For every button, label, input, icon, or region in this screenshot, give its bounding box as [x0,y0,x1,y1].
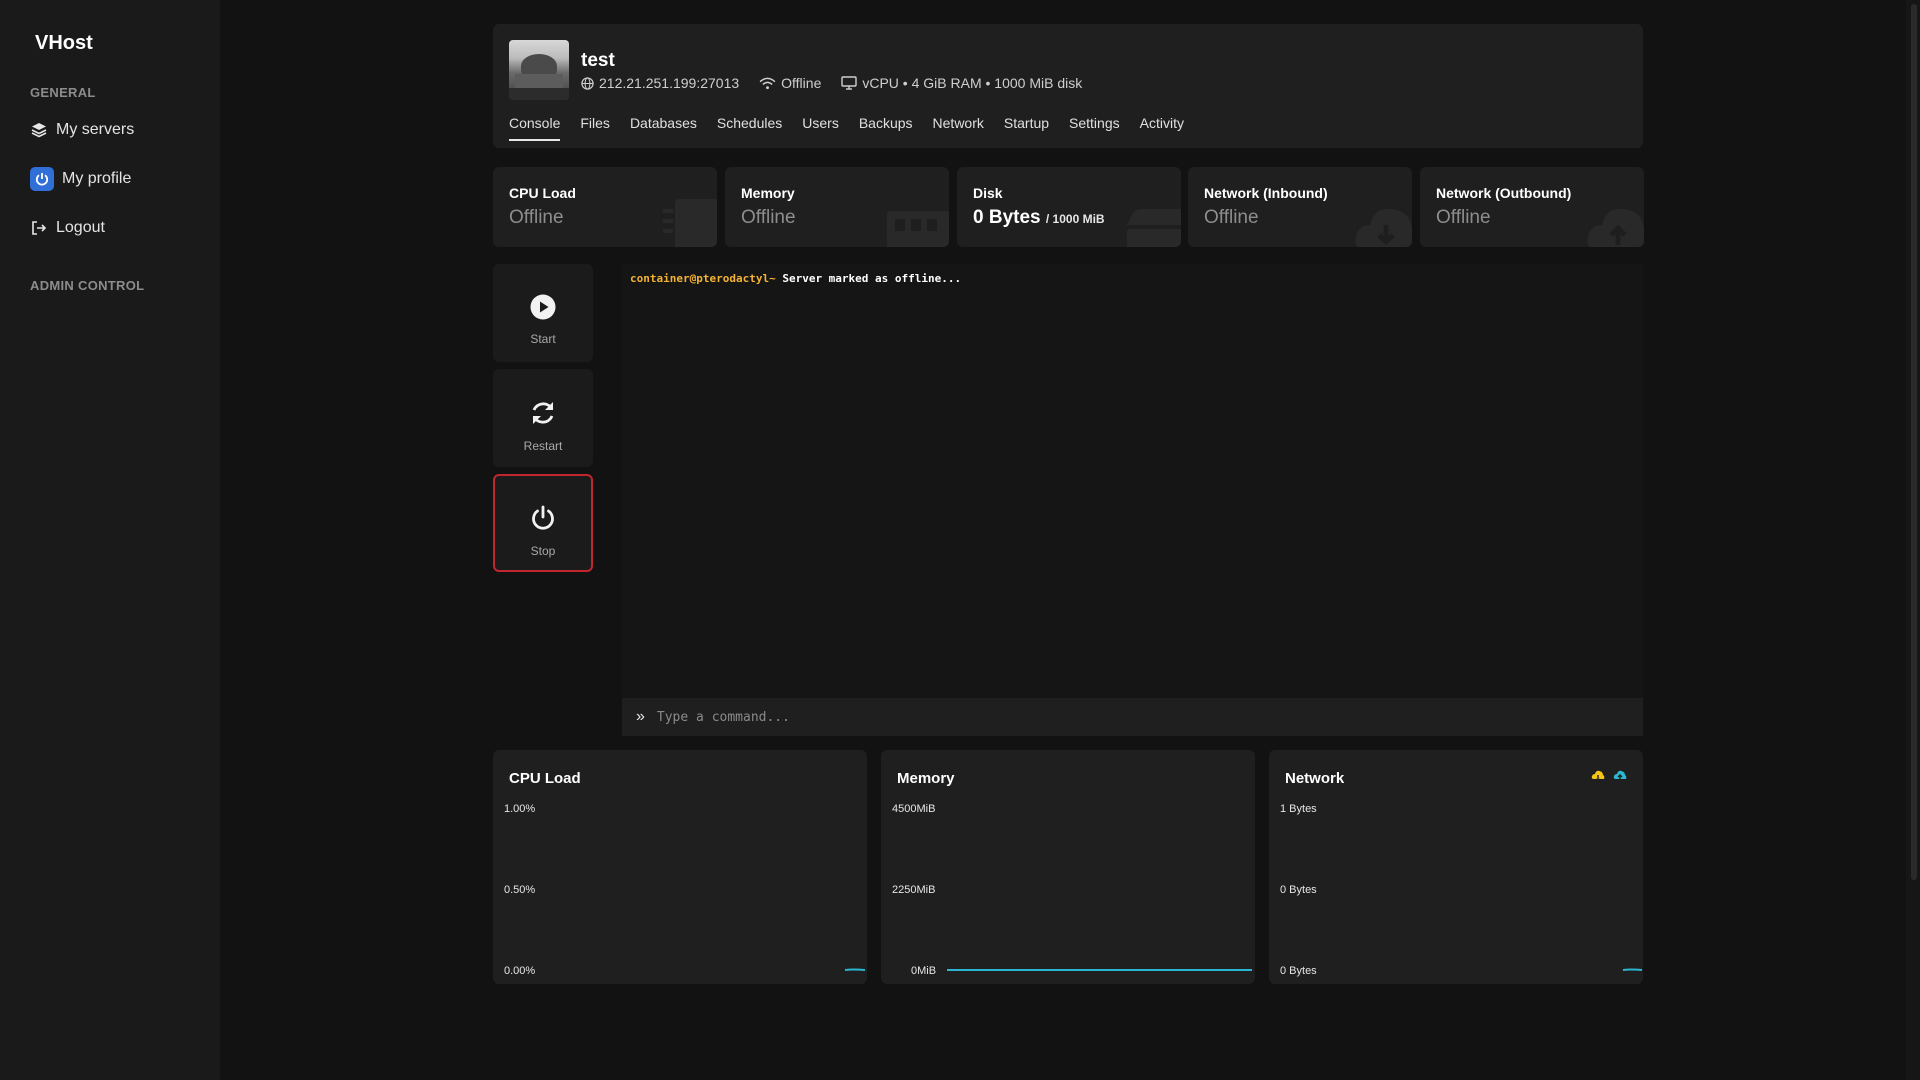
start-button[interactable]: Start [493,264,593,362]
command-bar: » [622,698,1643,736]
stat-disk: Disk 0 Bytes / 1000 MiB [957,167,1181,247]
cpu-icon [663,199,717,247]
section-admin-label: ADMIN CONTROL [30,278,145,293]
section-general-label: GENERAL [30,85,96,100]
stat-memory: Memory Offline [725,167,949,247]
server-meta: 212.21.251.199:27013 Offline vCPU • 4 Gi… [581,75,1102,91]
graph-network: Network 1 Bytes 0 Bytes 0 Bytes [1269,750,1643,984]
memory-icon [887,211,949,247]
logout-icon [30,219,48,237]
graph-line [1622,968,1643,971]
sidebar-item-label: My servers [56,121,135,138]
graph-line [947,969,1252,971]
tab-activity[interactable]: Activity [1140,115,1184,141]
sidebar-item-label: My profile [62,170,132,187]
stop-label: Stop [530,544,556,558]
page-scrollbar-thumb[interactable] [1911,4,1917,880]
stat-value: Offline [509,207,564,228]
start-label: Start [530,332,556,346]
stat-network-inbound: Network (Inbound) Offline [1188,167,1412,247]
power-icon [532,505,554,530]
stat-label: Network (Outbound) [1436,185,1572,201]
stat-network-outbound: Network (Outbound) Offline [1420,167,1644,247]
layers-icon [30,121,48,139]
server-resources: vCPU • 4 GiB RAM • 1000 MiB disk [841,75,1082,91]
graph-memory: Memory 4500MiB 2250MiB 0MiB [881,750,1255,984]
server-tabs: Console Files Databases Schedules Users … [509,115,1204,141]
tab-startup[interactable]: Startup [1004,115,1049,141]
stat-value: Offline [741,207,796,228]
console-line: container@pterodactyl~ Server marked as … [630,272,961,285]
command-input[interactable] [656,709,1617,725]
graph-cpu-load: CPU Load 1.00% 0.50% 0.00% [493,750,867,984]
stat-value: Offline [1204,207,1259,228]
tab-files[interactable]: Files [580,115,610,141]
play-icon [530,294,556,320]
wifi-icon [759,77,776,89]
tab-backups[interactable]: Backups [859,115,913,141]
monitor-icon [841,76,858,90]
console-message: Server marked as offline... [782,272,962,285]
cloud-download-icon [1355,208,1412,247]
stat-label: CPU Load [509,185,576,201]
tab-console[interactable]: Console [509,115,561,141]
globe-icon [581,76,594,90]
console-output[interactable]: container@pterodactyl~ Server marked as … [622,264,1643,698]
tab-databases[interactable]: Databases [630,115,697,141]
stat-label: Network (Inbound) [1204,185,1328,201]
tab-users[interactable]: Users [802,115,839,141]
server-header: test 212.21.251.199:27013 Offline vCPU •… [493,24,1643,148]
stop-button[interactable]: Stop [493,474,593,572]
cloud-upload-icon [1587,208,1644,247]
graph-line [844,968,866,971]
sidebar: VHost GENERAL My servers My profile Logo… [0,0,220,1080]
server-avatar [509,40,569,100]
tab-schedules[interactable]: Schedules [717,115,782,141]
disk-icon [1127,209,1181,247]
sidebar-item-my-servers[interactable]: My servers [30,117,134,143]
tab-settings[interactable]: Settings [1069,115,1120,141]
console-prompt: container@pterodactyl~ [630,272,776,285]
server-status: Offline [759,75,821,91]
stat-value: Offline [1436,207,1491,228]
sidebar-item-logout[interactable]: Logout [30,215,105,241]
page-scrollbar[interactable] [1906,0,1920,1080]
sidebar-item-label: Logout [56,219,105,236]
stat-label: Memory [741,185,795,201]
stat-value: 0 Bytes / 1000 MiB [973,207,1105,228]
stat-label: Disk [973,185,1003,201]
brand-title[interactable]: VHost [35,32,93,55]
tab-network[interactable]: Network [933,115,984,141]
server-name: test [581,50,615,71]
power-icon [30,167,54,191]
double-chevron-right-icon: » [636,708,645,725]
restart-button[interactable]: Restart [493,369,593,467]
stat-cpu-load: CPU Load Offline [493,167,717,247]
server-address: 212.21.251.199:27013 [581,75,739,91]
restart-label: Restart [523,439,563,453]
refresh-icon [532,402,554,424]
sidebar-item-my-profile[interactable]: My profile [30,166,131,192]
